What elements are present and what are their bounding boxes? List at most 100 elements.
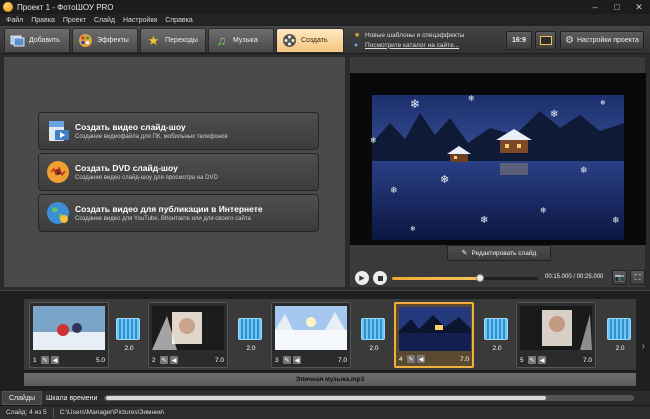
- film-reel-icon: [282, 33, 297, 48]
- sound-icon[interactable]: ◀: [51, 356, 59, 364]
- scroll-right-icon[interactable]: ›: [642, 341, 645, 352]
- create-video-title: Создать видео слайд-шоу: [75, 122, 186, 132]
- news-templates[interactable]: ★ Новые шаблоны и спецэффекты: [354, 30, 504, 40]
- seek-handle[interactable]: [475, 274, 484, 282]
- menu-edit[interactable]: Правка: [31, 17, 55, 24]
- edit-icon[interactable]: ✎: [528, 356, 536, 364]
- create-video-button[interactable]: Создать видео слайд-шоу Создание видеофа…: [38, 112, 319, 150]
- transition-duration: 2.0: [492, 345, 502, 352]
- news-panel: ★ Новые шаблоны и спецэффекты ● Посмотри…: [354, 30, 504, 50]
- tab-timeline[interactable]: Шкала времени: [40, 391, 103, 405]
- svg-text:❄: ❄: [550, 109, 558, 120]
- project-settings-button[interactable]: ⚙ Настройки проекта: [560, 31, 644, 50]
- menu-file[interactable]: Файл: [6, 17, 23, 24]
- transition-icon: [484, 318, 508, 340]
- edit-slide-button[interactable]: ✎ Редактировать слайд: [447, 245, 551, 261]
- title-bar: Проект 1 - ФотоШОУ PRO – □ ✕: [0, 0, 650, 14]
- tab-slides[interactable]: Слайды: [2, 391, 43, 405]
- globe-icon: ●: [354, 41, 359, 49]
- slide-thumbnail[interactable]: 3 ✎ ◀ 7.0: [271, 302, 351, 368]
- maximize-button[interactable]: □: [606, 0, 628, 14]
- slide-thumbnail[interactable]: 2 ✎ ◀ 7.0: [148, 302, 228, 368]
- fullscreen-icon: ⛶: [634, 272, 641, 282]
- news-catalog-link[interactable]: ● Посмотрите каталог на сайте...: [354, 40, 504, 50]
- edit-slide-label: Редактировать слайд: [471, 249, 537, 257]
- svg-text:❄: ❄: [370, 136, 377, 145]
- minimize-button[interactable]: –: [584, 0, 606, 14]
- screen-icon: [539, 36, 552, 45]
- slide-image: [520, 306, 592, 350]
- transition-duration: 2.0: [615, 345, 625, 352]
- window-title: Проект 1 - ФотоШОУ PRO: [17, 2, 114, 12]
- transition-item[interactable]: 2.0: [607, 318, 633, 362]
- video-preview[interactable]: ❄ ❄ ❄ ❄ ❄ ❄ ❄ ❄ ❄ ❄ ❄ ❄: [350, 73, 646, 245]
- create-dvd-title: Создать DVD слайд-шоу: [75, 163, 178, 173]
- slide-thumbnail[interactable]: 1 ✎ ◀ 5.0: [29, 302, 109, 368]
- tab-effects[interactable]: Эффекты: [72, 28, 138, 53]
- tab-label: Переходы: [165, 37, 198, 44]
- status-bar: Слайд: 4 из 5 C:\Users\Manager\Pictures\…: [0, 405, 650, 419]
- transition-item[interactable]: 2.0: [484, 318, 510, 362]
- transition-icon: [116, 318, 140, 340]
- svg-text:❄: ❄: [540, 206, 547, 215]
- svg-text:❄: ❄: [600, 99, 606, 107]
- video-file-icon: [45, 118, 71, 144]
- tab-label: Эффекты: [97, 37, 129, 44]
- create-dvd-subtitle: Создание видео слайд-шоу для просмотра н…: [75, 175, 218, 181]
- aspect-ratio-button[interactable]: 16:9: [506, 31, 532, 50]
- slide-image: [152, 306, 224, 350]
- create-video-subtitle: Создание видеофайла для ПК, мобильных те…: [75, 134, 228, 140]
- effects-icon: [78, 33, 93, 48]
- svg-text:❄: ❄: [612, 215, 620, 225]
- slide-number: 1: [33, 356, 37, 364]
- fullscreen-button[interactable]: ⛶: [630, 270, 645, 285]
- transition-item[interactable]: 2.0: [361, 318, 387, 362]
- stop-button[interactable]: [373, 271, 387, 285]
- svg-text:❄: ❄: [410, 97, 420, 111]
- scrollbar-thumb[interactable]: [106, 396, 546, 400]
- project-settings-label: Настройки проекта: [576, 37, 639, 44]
- edit-icon[interactable]: ✎: [283, 356, 291, 364]
- star-icon: ★: [354, 32, 361, 39]
- transition-icon: [361, 318, 385, 340]
- star-icon: ★: [147, 32, 160, 48]
- fit-screen-button[interactable]: [535, 31, 556, 50]
- tab-create[interactable]: Создать: [276, 28, 344, 53]
- transition-item[interactable]: 2.0: [238, 318, 264, 362]
- play-button[interactable]: ▶: [355, 271, 369, 285]
- camera-icon: 📷: [614, 273, 625, 282]
- time-display: 00:15.000 / 00:25.000: [545, 274, 604, 280]
- slide-duration: 7.0: [582, 356, 592, 364]
- slide-counter: Слайд: 4 из 5: [0, 407, 54, 418]
- close-button[interactable]: ✕: [628, 0, 650, 14]
- tab-label: Добавить: [29, 37, 60, 44]
- horizontal-scrollbar[interactable]: [104, 395, 634, 401]
- create-web-video-button[interactable]: Создать видео для публикации в Интернете…: [38, 194, 319, 232]
- music-track[interactable]: Эпичная музыка.mp3: [24, 373, 636, 386]
- transition-item[interactable]: 2.0: [116, 318, 142, 362]
- menu-help[interactable]: Справка: [165, 17, 192, 24]
- slide-thumbnail-selected[interactable]: 4 ✎ ◀ 7.0: [394, 302, 474, 368]
- slide-number: 4: [399, 355, 403, 363]
- seek-bar[interactable]: [392, 274, 538, 282]
- slide-duration: 7.0: [459, 355, 469, 363]
- sound-icon[interactable]: ◀: [417, 355, 425, 363]
- menu-project[interactable]: Проект: [63, 17, 86, 24]
- menu-settings[interactable]: Настройки: [123, 17, 157, 24]
- slide-thumbnail[interactable]: 5 ✎ ◀ 7.0: [516, 302, 596, 368]
- sound-icon[interactable]: ◀: [293, 356, 301, 364]
- sound-icon[interactable]: ◀: [538, 356, 546, 364]
- snapshot-button[interactable]: 📷: [612, 270, 627, 285]
- edit-icon[interactable]: ✎: [407, 355, 415, 363]
- edit-icon[interactable]: ✎: [41, 356, 49, 364]
- slide-number: 5: [520, 356, 524, 364]
- menu-slide[interactable]: Слайд: [94, 17, 115, 24]
- slide-image: [399, 307, 471, 351]
- tab-music[interactable]: ♫ Музыка: [208, 28, 274, 53]
- edit-icon[interactable]: ✎: [160, 356, 168, 364]
- sound-icon[interactable]: ◀: [170, 356, 178, 364]
- create-dvd-button[interactable]: Создать DVD слайд-шоу Создание видео сла…: [38, 153, 319, 191]
- tab-transitions[interactable]: ★ Переходы: [140, 28, 206, 53]
- gear-icon: ⚙: [565, 35, 574, 46]
- tab-add[interactable]: Добавить: [4, 28, 70, 53]
